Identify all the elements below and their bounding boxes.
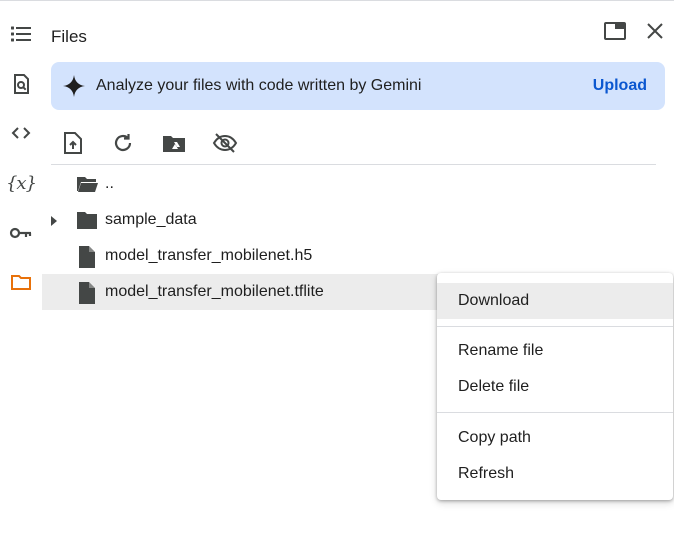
menu-item-rename-file[interactable]: Rename file: [437, 333, 673, 369]
secrets-key-icon[interactable]: [4, 216, 38, 250]
context-menu: Download Rename file Delete file Copy pa…: [437, 273, 673, 500]
folder-icon[interactable]: [4, 265, 38, 299]
tree-item-sample-data[interactable]: sample_data: [42, 202, 492, 238]
folder-open-icon: [75, 173, 99, 200]
menu-item-label: Rename file: [458, 342, 544, 359]
menu-item-label: Copy path: [458, 429, 531, 446]
side-rail: {x}: [0, 1, 42, 543]
code-snippets-icon[interactable]: [4, 116, 38, 150]
hide-hidden-files-icon[interactable]: [210, 128, 240, 158]
menu-item-label: Download: [458, 292, 530, 309]
banner-text: Analyze your files with code written by …: [96, 77, 422, 94]
folder-icon: [75, 209, 99, 236]
tree-item-h5-file[interactable]: model_transfer_mobilenet.h5: [42, 238, 492, 274]
tree-item-label: sample_data: [105, 211, 197, 228]
upload-link[interactable]: Upload: [593, 77, 647, 95]
tree-item-label: model_transfer_mobilenet.h5: [105, 247, 313, 264]
panel-title: Files: [51, 27, 87, 46]
menu-item-refresh[interactable]: Refresh: [437, 456, 673, 492]
mount-drive-icon[interactable]: [159, 128, 189, 158]
menu-item-label: Refresh: [458, 465, 515, 482]
tree-item-tflite-file[interactable]: model_transfer_mobilenet.tflite: [42, 274, 492, 310]
menu-separator: [437, 326, 673, 327]
open-in-tab-icon[interactable]: [602, 18, 628, 44]
variables-icon-label: {x}: [5, 172, 37, 194]
file-icon: [75, 245, 99, 274]
refresh-icon[interactable]: [108, 128, 138, 158]
find-replace-icon[interactable]: [4, 67, 38, 101]
upload-file-icon[interactable]: [58, 128, 88, 158]
gemini-banner: Analyze your files with code written by …: [51, 62, 665, 110]
table-of-contents-icon[interactable]: [4, 17, 38, 51]
menu-item-download[interactable]: Download: [437, 283, 673, 319]
gemini-sparkle-icon: [62, 74, 86, 103]
tree-item-parent[interactable]: ..: [42, 166, 492, 202]
toolbar-divider: [51, 164, 656, 165]
expand-caret-icon[interactable]: [50, 214, 58, 232]
tree-item-label: model_transfer_mobilenet.tflite: [105, 283, 324, 300]
file-icon: [75, 281, 99, 310]
files-panel: {x} Files Analyze your files with code w…: [0, 0, 674, 543]
menu-item-label: Delete file: [458, 378, 530, 395]
close-icon[interactable]: [642, 18, 668, 44]
menu-item-delete-file[interactable]: Delete file: [437, 369, 673, 405]
variables-icon[interactable]: {x}: [4, 166, 38, 200]
menu-item-copy-path[interactable]: Copy path: [437, 420, 673, 456]
menu-separator: [437, 412, 673, 413]
tree-item-label: ..: [105, 175, 114, 192]
